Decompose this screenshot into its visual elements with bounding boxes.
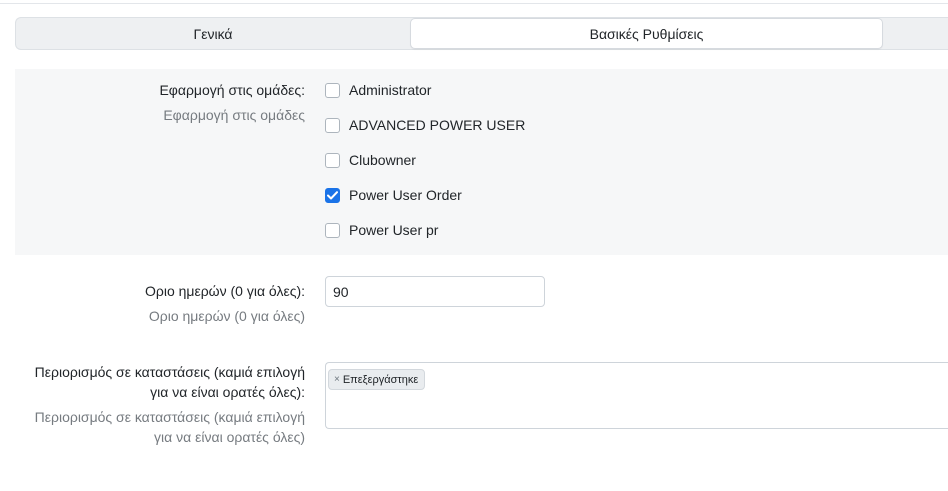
- status-field-help-line2: για να είναι ορατές όλες): [154, 429, 305, 445]
- tag-label: Επεξεργάστηκε: [342, 373, 419, 386]
- tab-general[interactable]: Γενικά: [16, 18, 410, 49]
- days-field-label: Οριο ημερών (0 για όλες):: [144, 283, 305, 299]
- group-option-label: ADVANCED POWER USER: [349, 117, 526, 133]
- tab-bar: Γενικά Βασικές Ρυθμίσεις: [15, 17, 948, 50]
- checkbox[interactable]: [325, 152, 340, 168]
- group-option-power-user-order[interactable]: Power User Order: [325, 185, 462, 205]
- settings-page: Γενικά Βασικές Ρυθμίσεις Εφαρμογή στις ο…: [0, 0, 948, 491]
- group-option-label: Power User pr: [349, 222, 439, 238]
- group-option-label: Clubowner: [349, 152, 416, 168]
- tab-bar-filler: [883, 18, 948, 49]
- days-limit-input[interactable]: [325, 276, 545, 307]
- group-option-advanced-power-user[interactable]: ADVANCED POWER USER: [325, 115, 525, 135]
- group-option-label: Power User Order: [349, 187, 462, 203]
- selected-status-tag: × Επεξεργάστηκε: [328, 369, 426, 390]
- status-field-help-line1: Περιορισμός σε καταστάσεις (καμιά επιλογ…: [34, 409, 305, 425]
- status-field-label-line2: για να είναι ορατές όλες):: [150, 384, 305, 400]
- days-field-help: Οριο ημερών (0 για όλες): [148, 308, 305, 324]
- group-option-power-user-pr[interactable]: Power User pr: [325, 220, 438, 240]
- days-field-row: Οριο ημερών (0 για όλες): Οριο ημερών (0…: [15, 268, 948, 330]
- groups-field-row: Εφαρμογή στις ομάδες: Εφαρμογή στις ομάδ…: [15, 69, 948, 255]
- checkmark-icon: [327, 190, 338, 199]
- top-divider: [0, 0, 948, 4]
- groups-field-help: Εφαρμογή στις ομάδες: [163, 107, 305, 123]
- checkbox-checked[interactable]: [325, 187, 340, 203]
- group-option-clubowner[interactable]: Clubowner: [325, 150, 416, 170]
- status-field-label-line1: Περιορισμός σε καταστάσεις (καμιά επιλογ…: [34, 364, 305, 380]
- status-multiselect[interactable]: × Επεξεργάστηκε: [325, 362, 948, 429]
- checkbox[interactable]: [325, 117, 340, 133]
- groups-field-label: Εφαρμογή στις ομάδες:: [159, 82, 305, 98]
- group-option-administrator[interactable]: Administrator: [325, 80, 431, 100]
- checkbox[interactable]: [325, 82, 340, 98]
- tag-remove-icon[interactable]: ×: [334, 374, 340, 385]
- checkbox[interactable]: [325, 222, 340, 238]
- group-option-label: Administrator: [349, 82, 432, 98]
- tab-basic-settings[interactable]: Βασικές Ρυθμίσεις: [410, 18, 883, 49]
- status-field-row: Περιορισμός σε καταστάσεις (καμιά επιλογ…: [15, 362, 948, 452]
